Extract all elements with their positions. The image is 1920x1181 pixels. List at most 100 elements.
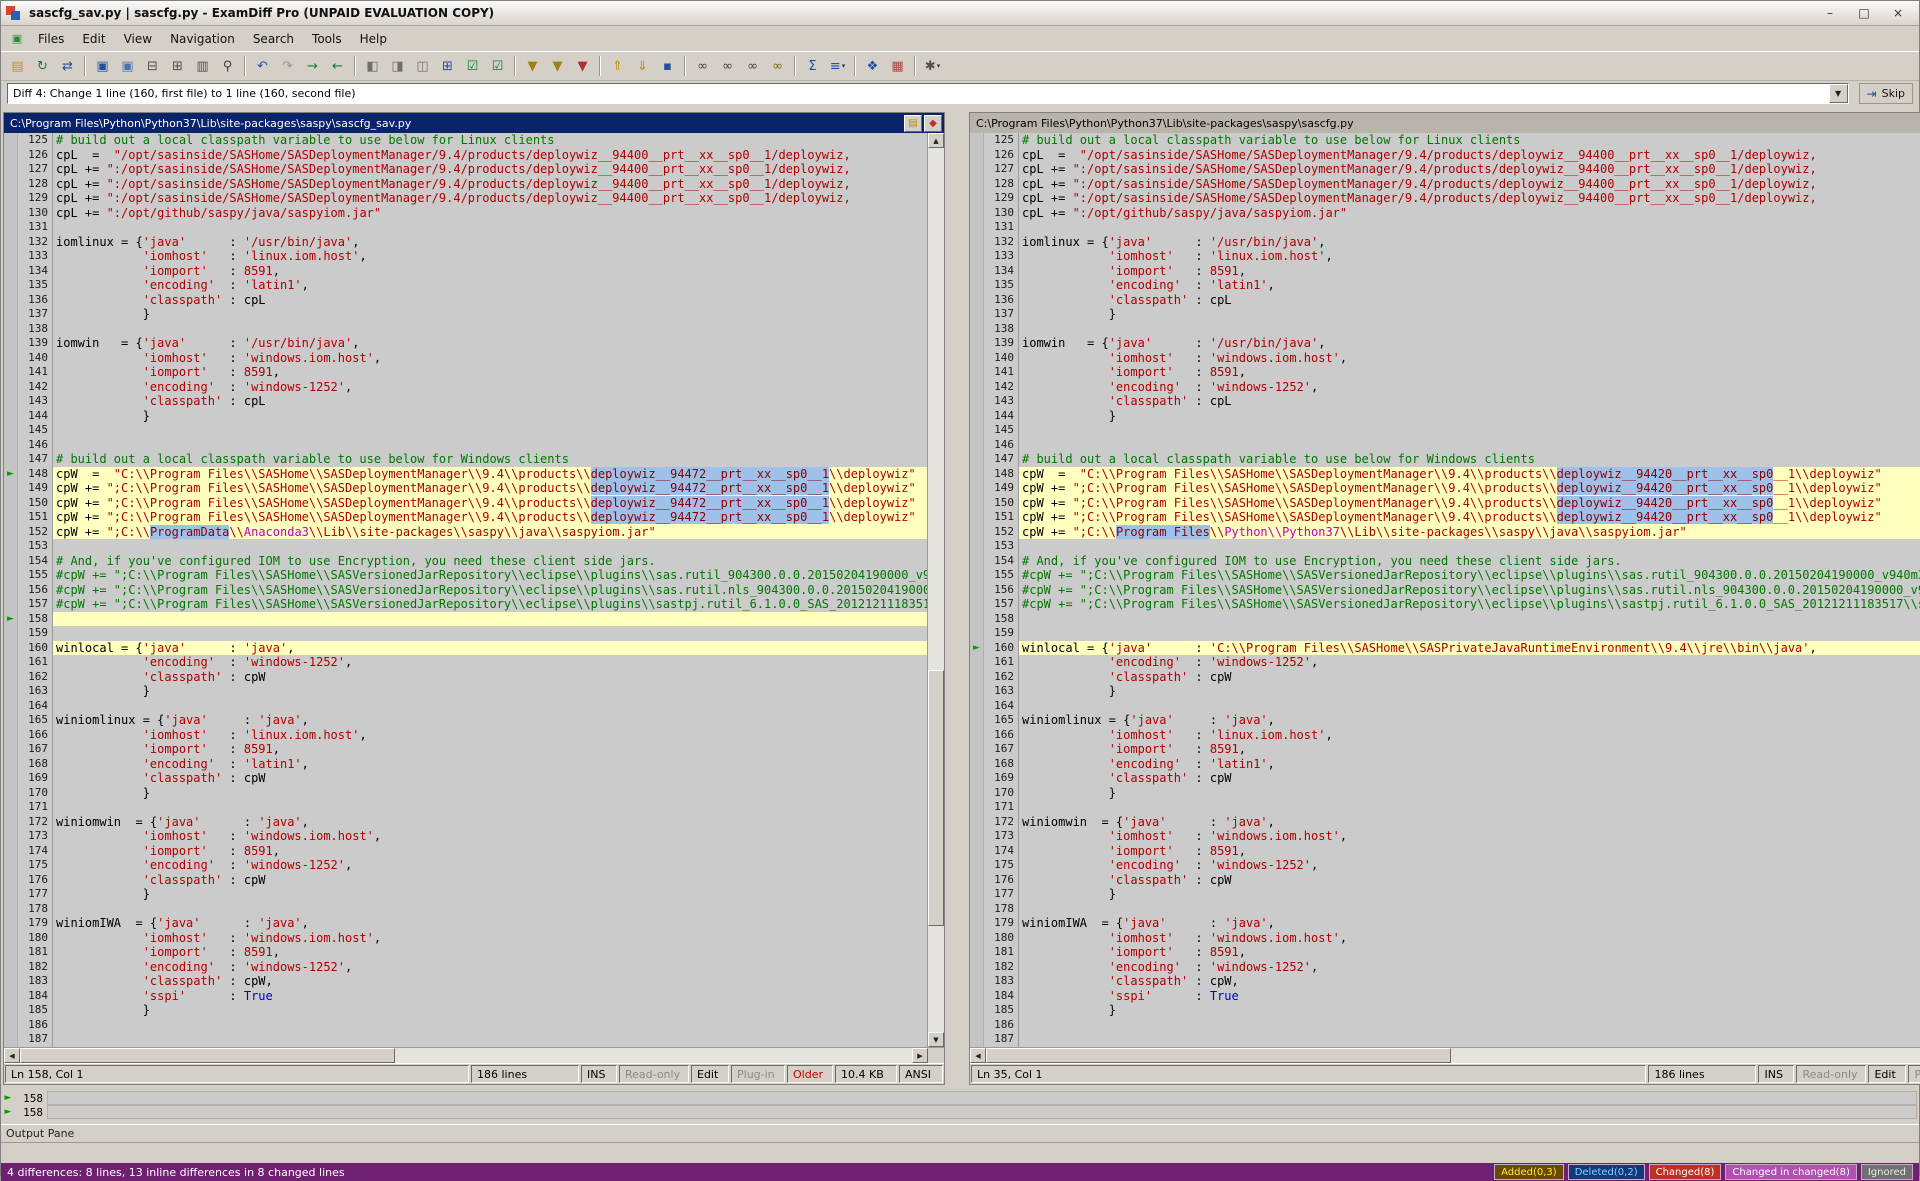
menu-navigation[interactable]: Navigation [161,29,244,49]
code-line[interactable]: winlocal = {'java' : 'java', [53,641,927,656]
recompare-icon[interactable]: ↻ [30,54,55,78]
print-icon[interactable]: ⊟ [140,54,165,78]
code-line[interactable]: winiomIWA = {'java' : 'java', [1019,916,1920,931]
code-line[interactable]: cpL += ":/opt/github/saspy/java/saspyiom… [53,206,927,221]
left-hscroll-thumb[interactable] [20,1048,395,1063]
find-prev-diff-icon[interactable]: ∞ [740,54,765,78]
code-line[interactable] [53,322,927,337]
scroll-down-icon[interactable]: ▼ [928,1032,944,1047]
code-line[interactable] [1019,1018,1920,1033]
filter-clear-icon[interactable]: ▼ [570,54,595,78]
code-line[interactable] [53,699,927,714]
right-pane-header[interactable]: C:\Program Files\Python\Python37\Lib\sit… [970,113,1920,133]
code-line[interactable] [1019,322,1920,337]
code-line[interactable]: iomlinux = {'java' : '/usr/bin/java', [1019,235,1920,250]
code-line[interactable] [1019,539,1920,554]
code-line[interactable] [1019,800,1920,815]
swap-files-icon[interactable]: ⇄ [55,54,80,78]
right-hscroll-track[interactable] [986,1048,1920,1063]
minimize-button[interactable]: – [1813,3,1847,23]
code-line[interactable]: cpW += ";C:\\Program Files\\SASHome\\SAS… [1019,496,1920,511]
plugins-icon[interactable]: ❖ [860,54,885,78]
code-line[interactable]: } [53,409,927,424]
code-line[interactable]: 'iomhost' : 'windows.iom.host', [1019,829,1920,844]
code-line[interactable]: #cpW += ";C:\\Program Files\\SASHome\\SA… [53,597,927,612]
code-line[interactable]: 'iomhost' : 'linux.iom.host', [53,249,927,264]
code-line[interactable]: cpW += ";C:\\Program Files\\SASHome\\SAS… [53,481,927,496]
code-line[interactable]: cpL = "/opt/sasinside/SASHome/SASDeploym… [53,148,927,163]
code-line[interactable] [53,626,927,641]
code-line[interactable]: 'classpath' : cpL [53,394,927,409]
code-line[interactable]: 'encoding' : 'windows-1252', [1019,380,1920,395]
left-vscroll-track[interactable] [928,148,944,1032]
legend-badge[interactable]: Deleted(0,2) [1568,1164,1645,1180]
code-line[interactable]: 'iomhost' : 'windows.iom.host', [1019,351,1920,366]
code-line[interactable]: } [53,684,927,699]
code-line[interactable]: #cpW += ";C:\\Program Files\\SASHome\\SA… [53,568,927,583]
code-line[interactable]: cpL = "/opt/sasinside/SASHome/SASDeploym… [1019,148,1920,163]
code-line[interactable]: cpW += ";C:\\Program Files\\SASHome\\SAS… [53,496,927,511]
code-line[interactable]: 'encoding' : 'windows-1252', [53,655,927,670]
code-line[interactable]: 'classpath' : cpW, [1019,974,1920,989]
copy-block-right-icon[interactable]: → [300,54,325,78]
view-both-files-icon[interactable]: ◫ [410,54,435,78]
code-line[interactable] [1019,220,1920,235]
code-line[interactable]: 'iomport' : 8591, [53,844,927,859]
code-line[interactable]: cpW += ";C:\\Program Files\\Python\\Pyth… [1019,525,1920,540]
code-line[interactable] [53,438,927,453]
statistics-icon[interactable]: Σ [800,54,825,78]
code-line[interactable]: 'iomport' : 8591, [53,264,927,279]
code-line[interactable]: cpW += ";C:\\Program Files\\SASHome\\SAS… [1019,481,1920,496]
view-second-file-icon[interactable]: ◨ [385,54,410,78]
code-line[interactable]: cpL += ":/opt/sasinside/SASHome/SASDeplo… [53,177,927,192]
find-in-files-icon[interactable]: ∞ [765,54,790,78]
code-line[interactable] [53,1032,927,1047]
menu-view[interactable]: View [115,29,161,49]
code-line[interactable]: # build out a local classpath variable t… [1019,452,1920,467]
scroll-left-icon[interactable]: ◀ [4,1048,20,1063]
chevron-down-icon[interactable]: ▼ [1829,84,1848,103]
menu-help[interactable]: Help [351,29,396,49]
code-line[interactable]: 'iomhost' : 'windows.iom.host', [53,351,927,366]
code-line[interactable]: 'encoding' : 'windows-1252', [1019,960,1920,975]
code-line[interactable]: 'classpath' : cpW [1019,873,1920,888]
scroll-up-icon[interactable]: ▲ [928,133,944,148]
code-line[interactable]: } [1019,1003,1920,1018]
file-options-icon[interactable]: ◆ [924,115,942,132]
find-first-diff-icon[interactable]: ∞ [690,54,715,78]
scroll-right-icon[interactable]: ▶ [912,1048,928,1063]
code-line[interactable]: # And, if you've configured IOM to use E… [53,554,927,569]
redo-icon[interactable]: ↷ [275,54,300,78]
find-next-diff-icon[interactable]: ∞ [715,54,740,78]
code-line[interactable]: cpL += ":/opt/sasinside/SASHome/SASDeplo… [53,162,927,177]
code-line[interactable]: winlocal = {'java' : 'C:\\Program Files\… [1019,641,1920,656]
code-line[interactable] [1019,438,1920,453]
code-line[interactable]: 'classpath' : cpL [53,293,927,308]
close-button[interactable]: × [1881,3,1915,23]
undo-icon[interactable]: ↶ [250,54,275,78]
code-line[interactable]: # And, if you've configured IOM to use E… [1019,554,1920,569]
code-line[interactable]: #cpW += ";C:\\Program Files\\SASHome\\SA… [1019,597,1920,612]
legend-badge[interactable]: Ignored [1861,1164,1913,1180]
line-inspector-row-1[interactable]: ►158 [3,1091,1917,1105]
code-line[interactable]: } [1019,786,1920,801]
code-line[interactable]: iomwin = {'java' : '/usr/bin/java', [53,336,927,351]
code-line[interactable]: cpL += ":/opt/sasinside/SASHome/SASDeplo… [1019,162,1920,177]
current-diff-icon[interactable]: ▪ [655,54,680,78]
code-line[interactable]: # build out a local classpath variable t… [1019,133,1920,148]
code-line[interactable]: iomwin = {'java' : '/usr/bin/java', [1019,336,1920,351]
code-line[interactable]: } [1019,307,1920,322]
code-line[interactable]: 'sspi' : True [1019,989,1920,1004]
view-first-file-icon[interactable]: ◧ [360,54,385,78]
diff-list-icon[interactable]: ≡▾ [825,54,850,78]
code-line[interactable]: 'encoding' : 'windows-1252', [53,960,927,975]
menu-edit[interactable]: Edit [73,29,114,49]
highlight-colors-icon[interactable]: ▦ [885,54,910,78]
code-line[interactable]: 'encoding' : 'windows-1252', [53,858,927,873]
code-line[interactable]: 'iomhost' : 'linux.iom.host', [1019,728,1920,743]
options-icon[interactable]: ✱▾ [920,54,945,78]
code-line[interactable]: cpL += ":/opt/sasinside/SASHome/SASDeplo… [53,191,927,206]
legend-badge[interactable]: Changed in changed(8) [1725,1164,1856,1180]
code-line[interactable]: 'iomport' : 8591, [53,365,927,380]
code-line[interactable]: 'iomhost' : 'linux.iom.host', [1019,249,1920,264]
